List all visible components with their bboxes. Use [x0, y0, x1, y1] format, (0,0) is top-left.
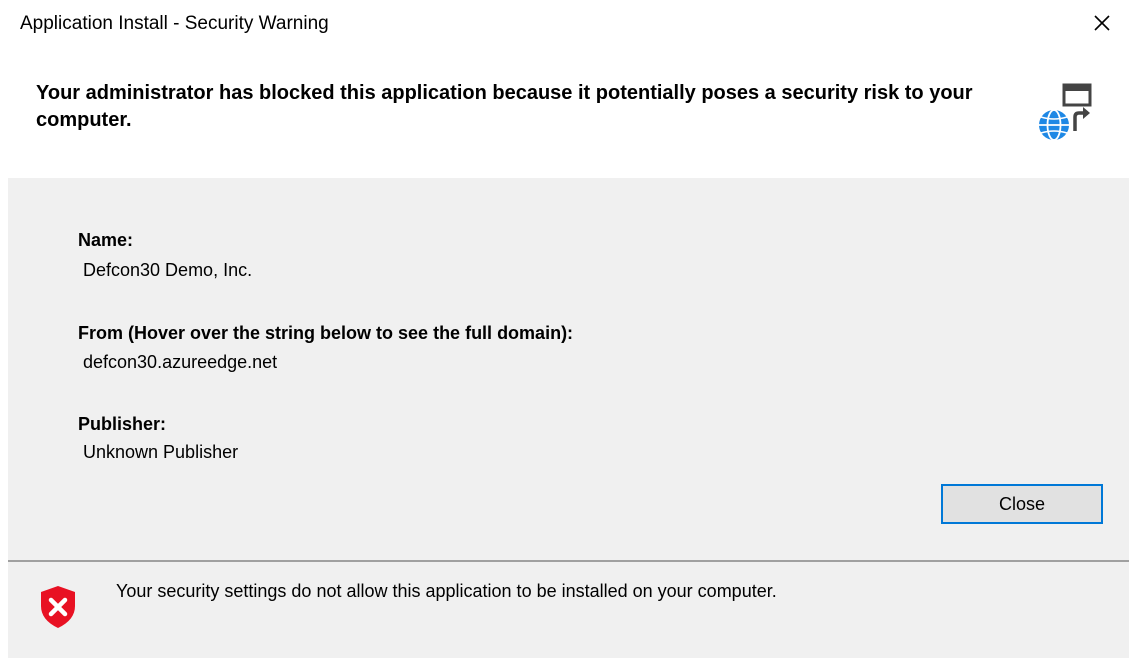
- publisher-label: Publisher:: [78, 414, 167, 434]
- blocked-message: Your administrator has blocked this appl…: [36, 82, 973, 131]
- title-bar: Application Install - Security Warning: [0, 0, 1129, 50]
- from-domain-value[interactable]: defcon30.azureedge.net: [83, 350, 277, 374]
- from-label: From (Hover over the string below to see…: [78, 323, 574, 343]
- name-value: Defcon30 Demo, Inc.: [83, 260, 253, 280]
- security-settings-message: Your security settings do not allow this…: [116, 581, 777, 601]
- publisher-value: Unknown Publisher: [83, 442, 239, 462]
- web-application-install-icon: [1034, 81, 1100, 147]
- security-warning-dialog: Application Install - Security Warning Y…: [0, 0, 1129, 658]
- status-footer: Your security settings do not allow this…: [8, 562, 1129, 658]
- shield-error-icon: [38, 584, 78, 630]
- close-icon[interactable]: [1089, 10, 1115, 36]
- warning-header: Your administrator has blocked this appl…: [0, 50, 1129, 178]
- close-button[interactable]: Close: [941, 484, 1103, 524]
- name-label: Name:: [78, 230, 134, 250]
- window-title: Application Install - Security Warning: [20, 13, 329, 34]
- details-panel: Name: Defcon30 Demo, Inc. From (Hover ov…: [8, 178, 1129, 560]
